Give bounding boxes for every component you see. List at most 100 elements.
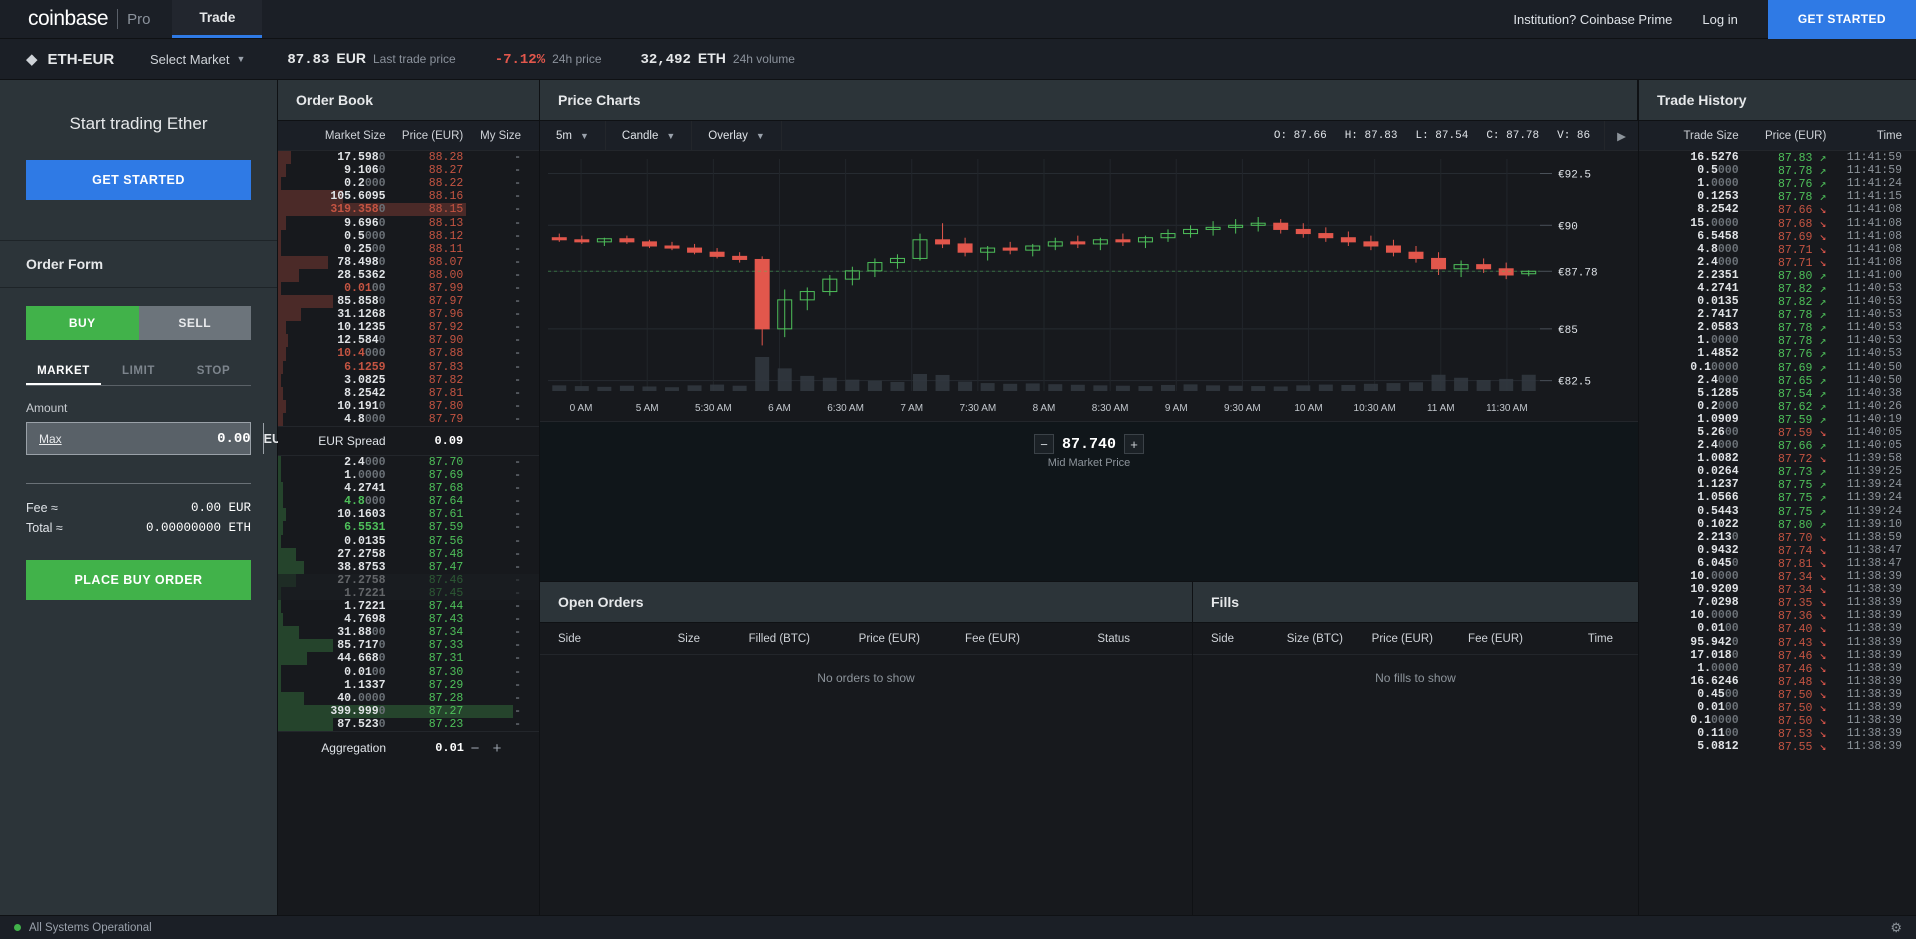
order-book-row[interactable]: 38.875387.47- [278, 561, 539, 574]
order-book-row[interactable]: 1.722187.44- [278, 600, 539, 613]
order-book-row[interactable]: 319.358088.15- [278, 203, 539, 216]
order-book-row[interactable]: 10.191087.80- [278, 400, 539, 413]
order-book-row[interactable]: 87.523087.23- [278, 718, 539, 731]
order-book-row[interactable]: 0.200088.22- [278, 177, 539, 190]
order-book-row[interactable]: 0.010087.30- [278, 665, 539, 678]
row-market-size: 28.5362 [278, 269, 386, 282]
order-book-panel: Order Book Market Size Price (EUR) My Si… [278, 80, 540, 915]
order-book-row[interactable]: 31.126887.96- [278, 308, 539, 321]
sell-button[interactable]: SELL [139, 306, 252, 340]
order-book-row[interactable]: 8.254287.81- [278, 387, 539, 400]
order-book-row[interactable]: 1.000087.69- [278, 469, 539, 482]
order-type-tabs: MARKET LIMIT STOP [26, 356, 251, 386]
trade-size: 10.9209 [1639, 583, 1739, 596]
row-my-size: - [463, 705, 521, 718]
depth-zoom-out-button[interactable]: − [1034, 434, 1054, 454]
order-book-row[interactable]: 78.498088.07- [278, 256, 539, 269]
col-my-size: My Size [463, 130, 521, 142]
trade-size: 2.4000 [1639, 374, 1739, 387]
chart-type-dropdown[interactable]: Candle ▼ [606, 121, 692, 150]
bottom-tables: Open Orders SideSizeFilled (BTC)Price (E… [540, 581, 1638, 915]
order-book-row[interactable]: 1.722187.45- [278, 587, 539, 600]
order-book-row[interactable]: 85.858087.97- [278, 295, 539, 308]
order-book-row[interactable]: 40.000087.28- [278, 692, 539, 705]
trade-size: 1.0566 [1639, 491, 1739, 504]
order-book-row[interactable]: 9.696088.13- [278, 216, 539, 229]
order-book-row[interactable]: 0.500088.12- [278, 230, 539, 243]
order-book-row[interactable]: 44.668087.31- [278, 652, 539, 665]
order-book-row[interactable]: 9.106088.27- [278, 164, 539, 177]
order-book-row[interactable]: 17.598088.28- [278, 151, 539, 164]
order-book-row[interactable]: 27.275887.48- [278, 548, 539, 561]
order-book-row[interactable]: 10.400087.88- [278, 347, 539, 360]
trade-size: 2.2130 [1639, 531, 1739, 544]
trade-size: 1.0000 [1639, 662, 1739, 675]
row-price: 87.68 [386, 482, 464, 495]
candlestick-chart[interactable]: €92.5€90€87.78€85€82.50 AM5 AM5:30 AM6 A… [540, 151, 1638, 421]
price-change-24h: -7.12% [495, 52, 545, 68]
trade-size: 2.4000 [1639, 256, 1739, 269]
tab-stop[interactable]: STOP [176, 356, 251, 385]
order-book-row[interactable]: 4.800087.79- [278, 413, 539, 426]
order-book-row[interactable]: 12.584087.90- [278, 334, 539, 347]
brand-logo[interactable]: coinbase Pro [0, 0, 172, 38]
depth-zoom-in-button[interactable]: + [1124, 434, 1144, 454]
trade-history-row: 10.920987.34 ↘11:38:39 [1639, 583, 1916, 596]
row-price: 88.28 [386, 151, 464, 164]
order-book-row[interactable]: 27.275887.46- [278, 574, 539, 587]
order-book-row[interactable]: 0.013587.56- [278, 535, 539, 548]
get-started-button[interactable]: GET STARTED [1768, 0, 1916, 39]
overlay-dropdown[interactable]: Overlay ▼ [692, 121, 782, 150]
trade-history-row: 2.400087.65 ↗11:40:50 [1639, 374, 1916, 387]
order-book-row[interactable]: 0.010087.99- [278, 282, 539, 295]
place-buy-order-button[interactable]: PLACE BUY ORDER [26, 560, 251, 600]
row-market-size: 44.6680 [278, 652, 386, 665]
spread-value: 0.09 [386, 434, 464, 448]
promo-get-started-button[interactable]: GET STARTED [26, 160, 251, 200]
order-book-row[interactable]: 3.082587.82- [278, 374, 539, 387]
institution-link[interactable]: Institution? Coinbase Prime [1513, 12, 1672, 27]
chevron-down-icon: ▼ [236, 54, 245, 64]
order-book-row[interactable]: 6.125987.83- [278, 361, 539, 374]
order-book-row[interactable]: 31.880087.34- [278, 626, 539, 639]
trade-history-row: 2.213087.70 ↘11:38:59 [1639, 531, 1916, 544]
order-book-row[interactable]: 6.553187.59- [278, 521, 539, 534]
row-my-size: - [463, 190, 521, 203]
order-book-row[interactable]: 4.274187.68- [278, 482, 539, 495]
gear-icon[interactable]: ⚙ [1890, 920, 1902, 936]
order-book-row[interactable]: 105.609588.16- [278, 190, 539, 203]
interval-dropdown[interactable]: 5m ▼ [540, 121, 606, 150]
order-book-row[interactable]: 10.123587.92- [278, 321, 539, 334]
row-my-size: - [463, 217, 521, 230]
tab-market[interactable]: MARKET [26, 356, 101, 385]
amount-input[interactable] [74, 423, 263, 454]
tab-trade[interactable]: Trade [172, 0, 262, 38]
buy-button[interactable]: BUY [26, 306, 139, 340]
select-market-dropdown[interactable]: Select Market ▼ [150, 52, 245, 67]
order-book-row[interactable]: 10.160387.61- [278, 508, 539, 521]
max-link[interactable]: Max [27, 423, 74, 454]
trade-size: 0.0100 [1639, 622, 1739, 635]
row-my-size: - [463, 613, 521, 626]
row-price: 87.96 [386, 308, 464, 321]
order-book-row[interactable]: 85.717087.33- [278, 639, 539, 652]
aggregation-increase-button[interactable]: + [486, 740, 508, 757]
order-book-row[interactable]: 28.536288.00- [278, 269, 539, 282]
order-book-row[interactable]: 1.133787.29- [278, 679, 539, 692]
tab-limit[interactable]: LIMIT [101, 356, 176, 385]
trade-history-row: 10.000087.34 ↘11:38:39 [1639, 570, 1916, 583]
last-trade-currency: EUR [336, 50, 366, 66]
order-book-row[interactable]: 0.250088.11- [278, 243, 539, 256]
order-book-row[interactable]: 4.800087.64- [278, 495, 539, 508]
login-link[interactable]: Log in [1702, 12, 1737, 27]
trade-time: 11:38:47 [1826, 557, 1902, 570]
order-book-row[interactable]: 399.999087.27- [278, 705, 539, 718]
aggregation-decrease-button[interactable]: − [464, 740, 486, 757]
order-book-row[interactable]: 2.400087.70- [278, 456, 539, 469]
row-price: 87.82 [386, 374, 464, 387]
play-icon[interactable]: ▶ [1604, 121, 1638, 150]
depth-chart[interactable]: − 87.740 + Mid Market Price [540, 421, 1638, 581]
row-market-size: 85.8580 [278, 295, 386, 308]
order-book-row[interactable]: 4.769887.43- [278, 613, 539, 626]
trade-history-row: 0.026487.73 ↗11:39:25 [1639, 465, 1916, 478]
